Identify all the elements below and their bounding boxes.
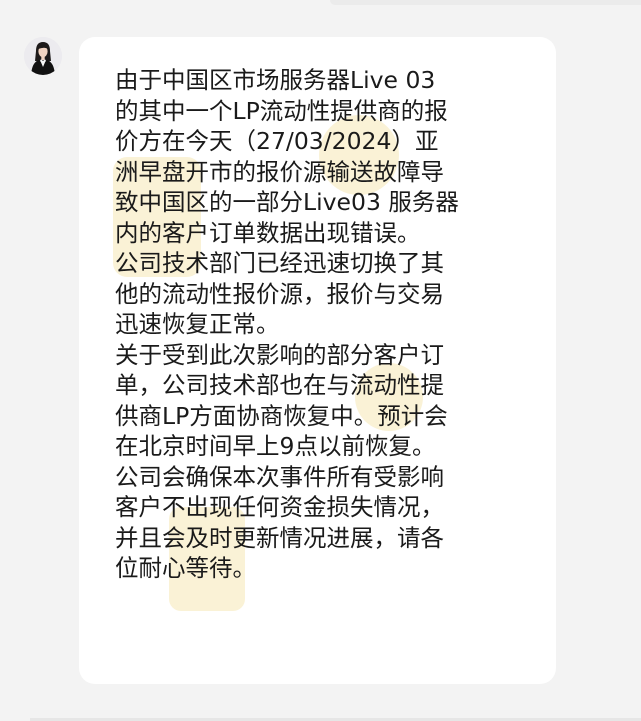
message-line: 关于受到此次影响的部分客户订	[115, 340, 444, 369]
message-line: 价方在今天（27/03/2024）亚	[115, 127, 439, 155]
message-line: 并且会及时更新情况进展，请各	[115, 523, 444, 552]
message-text: 由于中国区市场服务器Live 03 的其中一个LP流动性提供商的报 价方在今天（…	[115, 65, 536, 584]
avatar-icon	[24, 37, 62, 75]
message-line: 客户不出现任何资金损失情况，	[115, 493, 444, 521]
message-line: 洲早盘开市的报价源输送故障导	[115, 157, 444, 186]
message-line: 他的流动性报价源，报价与交易	[115, 279, 444, 308]
message-line: 单，公司技术部也在与流动性提	[115, 371, 444, 399]
message-line: 在北京时间早上9点以前恢复。	[115, 432, 436, 460]
message-line: 的其中一个LP流动性提供商的报	[115, 96, 448, 125]
message-line: 由于中国区市场服务器Live 03	[115, 66, 436, 94]
top-bar	[330, 0, 641, 5]
message-line: 内的客户订单数据出现错误。	[115, 218, 421, 247]
message-line: 致中国区的一部分Live03 服务器	[115, 188, 459, 216]
message-line: 公司会确保本次事件所有受影响	[115, 462, 444, 491]
message-bubble[interactable]: 由于中国区市场服务器Live 03 的其中一个LP流动性提供商的报 价方在今天（…	[79, 37, 556, 684]
message-line: 供商LP方面协商恢复中。预计会	[115, 401, 448, 430]
message-line: 迅速恢复正常。	[115, 310, 280, 338]
message-line: 公司技术部门已经迅速切换了其	[115, 249, 444, 277]
sender-avatar[interactable]	[24, 37, 62, 75]
message-line: 位耐心等待。	[115, 554, 256, 582]
